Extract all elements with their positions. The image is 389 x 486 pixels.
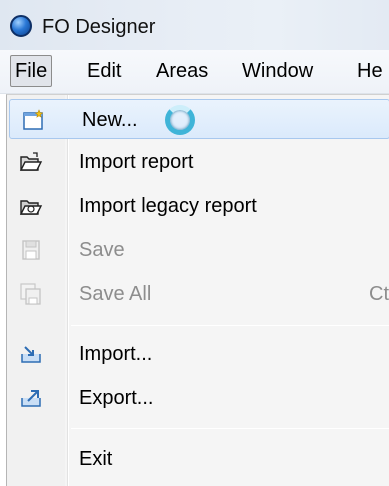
menu-item-import-report[interactable]: Import report — [7, 142, 389, 182]
open-legacy-folder-icon — [19, 194, 43, 218]
menu-edit[interactable]: Edit — [87, 55, 121, 87]
fo-designer-window: FO Designer File Edit Areas Window He Ne… — [0, 0, 389, 486]
open-folder-icon — [19, 150, 43, 174]
menu-help[interactable]: He — [357, 55, 383, 87]
menu-item-label: Exit — [79, 448, 113, 470]
menu-item-save-all: Save All Ct — [7, 274, 389, 314]
menu-item-exit[interactable]: Exit — [7, 439, 389, 479]
menu-areas[interactable]: Areas — [156, 55, 208, 87]
menu-item-new[interactable]: New... — [9, 99, 389, 139]
menu-separator — [71, 428, 389, 429]
menu-item-label: Import legacy report — [79, 195, 257, 217]
menu-item-label: Save All — [79, 283, 152, 305]
menu-separator — [71, 325, 389, 326]
save-all-icon — [19, 282, 43, 306]
export-tray-icon — [19, 386, 43, 410]
menu-bar: File Edit Areas Window He — [0, 50, 389, 94]
file-menu-dropdown: New... Import report Import legacy repor… — [6, 94, 389, 486]
menu-item-shortcut: Ct — [369, 283, 389, 305]
window-title: FO Designer — [42, 16, 156, 38]
menu-item-label: Import report — [79, 151, 194, 173]
menu-window[interactable]: Window — [242, 55, 313, 87]
app-logo-icon — [10, 15, 32, 37]
save-disk-icon — [19, 238, 43, 262]
menu-item-label: Save — [79, 239, 125, 261]
menu-file[interactable]: File — [10, 55, 53, 87]
new-document-icon — [22, 108, 46, 132]
menu-item-export[interactable]: Export... — [7, 378, 389, 418]
title-bar[interactable]: FO Designer — [0, 0, 389, 50]
menu-item-label: Import... — [79, 343, 153, 365]
menu-item-label: Export... — [79, 387, 154, 409]
menu-item-save: Save — [7, 230, 389, 270]
menu-item-import-legacy-report[interactable]: Import legacy report — [7, 186, 389, 226]
import-tray-icon — [19, 342, 43, 366]
menu-item-import[interactable]: Import... — [7, 334, 389, 374]
menu-item-label: New... — [82, 109, 138, 131]
busy-spinner-icon — [165, 105, 195, 135]
